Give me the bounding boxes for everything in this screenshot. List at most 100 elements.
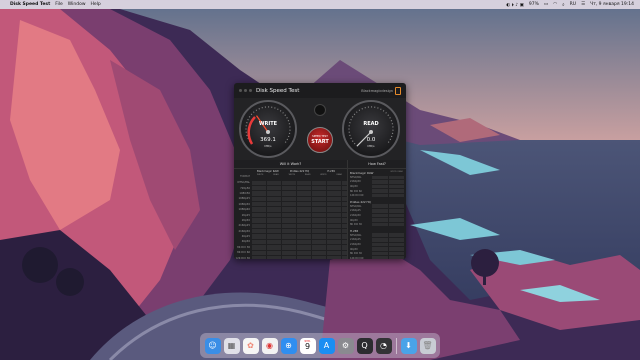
will-it-work-row: 12K DCI 30 <box>234 255 347 259</box>
row-result-cells <box>252 191 347 196</box>
diskspeed-icon[interactable]: ◔ <box>375 337 392 354</box>
window-titlebar[interactable]: Disk Speed Test Blackmagicdesign <box>234 83 406 98</box>
how-fast-row-cells <box>372 189 404 193</box>
how-fast-row-label: 2160p25 <box>350 238 361 242</box>
menu-window[interactable]: Window <box>68 2 86 7</box>
dock-separator <box>395 337 397 354</box>
row-result-cells <box>252 202 347 207</box>
trash-icon[interactable]: 🗑 <box>419 337 436 354</box>
calendar-icon[interactable]: ЯНВ. 9 <box>299 337 316 354</box>
how-fast-col-labels: WRITE READ <box>390 171 403 173</box>
results-tables: Will it Work? FORMAT Blackmagic RAW WRIT… <box>234 160 406 259</box>
row-format-label: 1080p50 <box>238 202 250 206</box>
row-result-cells <box>252 207 347 212</box>
finder-icon[interactable]: ☺ <box>204 337 221 354</box>
row-result-cells <box>252 180 347 185</box>
row-result-cells <box>252 239 347 245</box>
how-fast-row: 12K DCI 60 <box>350 193 406 198</box>
minimize-icon[interactable] <box>244 89 247 92</box>
row-result-cells <box>252 212 347 218</box>
how-fast-row-cells <box>372 233 404 238</box>
appstore-icon[interactable]: A <box>318 337 335 354</box>
how-fast-row-cells <box>372 242 404 247</box>
how-fast-row-label: 12K DCI 60 <box>350 194 364 198</box>
menu-help[interactable]: Help <box>91 2 101 7</box>
wifi-icon[interactable]: ◠ <box>553 2 557 7</box>
quicktime-icon[interactable]: Q <box>356 337 373 354</box>
how-fast-row-label: 2160p50 <box>350 180 361 184</box>
start-button-label: START <box>311 139 329 145</box>
how-fast-row-cells <box>372 193 404 198</box>
col-braw-name: Blackmagic RAW <box>257 170 279 173</box>
start-button[interactable]: SPEED TEST START <box>307 127 333 153</box>
row-format-label: 8K DCI 30 <box>237 245 250 249</box>
close-icon[interactable] <box>239 89 242 92</box>
how-fast-row-label: NTSC/PAL <box>350 204 362 208</box>
how-fast-row-label: 4Kp50 <box>350 247 358 251</box>
settings-gear-icon[interactable] <box>314 104 326 116</box>
will-it-work-headers: FORMAT Blackmagic RAW WRITE READ ProRes 4… <box>234 169 347 180</box>
row-result-cells <box>252 196 347 202</box>
safari-icon[interactable]: ⊕ <box>280 337 297 354</box>
col-header-braw: Blackmagic RAW WRITE READ <box>252 169 284 180</box>
start-button-top-label: SPEED TEST <box>312 135 328 138</box>
menu-file[interactable]: File <box>55 2 63 7</box>
col-header-prores: ProRes 422 HQ WRITE READ <box>284 169 316 180</box>
row-format-label: NTSC/PAL <box>237 181 250 185</box>
menu-app-name[interactable]: Disk Speed Test <box>10 2 50 7</box>
how-fast-row-label: NTSC/PAL <box>350 233 362 237</box>
photos-icon[interactable]: ✿ <box>242 337 259 354</box>
row-format-label: 12K DCI 30 <box>235 256 250 259</box>
read-unit: MB/s <box>367 144 375 148</box>
how-fast-group-name: ProRes 422 HQ <box>350 199 371 204</box>
window-title: Disk Speed Test <box>256 87 300 94</box>
battery-icon[interactable]: ▭ <box>544 2 548 7</box>
input-source[interactable]: RU <box>570 2 576 7</box>
brand-mark-icon <box>395 86 401 95</box>
how-fast-row-label: 2160p50 <box>350 242 361 246</box>
how-fast-row-label: NTSC/PAL <box>350 175 362 179</box>
col-h265-write: WRITE <box>320 174 327 176</box>
center-controls: SPEED TEST START <box>306 102 334 158</box>
downloads-folder-icon[interactable]: ⬇ <box>400 337 417 354</box>
row-result-cells <box>252 218 347 223</box>
control-center-icon[interactable]: ☰ <box>581 2 585 7</box>
battery-percentage[interactable]: 97% <box>529 2 539 7</box>
how-fast-title: How Fast? <box>348 160 406 169</box>
menu-bar: Disk Speed Test File Window Help ◐ ⏵ ♪ ▣… <box>0 0 640 9</box>
how-fast-row-cells <box>372 251 404 256</box>
how-fast-row-label: 2160p50 <box>350 213 361 217</box>
launchpad-icon[interactable]: ▦ <box>223 337 240 354</box>
how-fast-row-cells <box>372 175 404 180</box>
row-format-label: 4Kp50 <box>241 240 250 244</box>
col-header-h265: H.265 WRITE READ <box>315 169 347 180</box>
col-braw-write: WRITE <box>256 174 264 176</box>
gauge-area: WRITE 369.1 MB/s SPEED TEST START READ 0… <box>234 98 406 160</box>
how-fast-row-cells <box>372 247 404 251</box>
row-result-cells <box>252 185 347 191</box>
how-fast-row-cells <box>372 180 404 184</box>
how-fast-row-label: 4Kp50 <box>350 218 358 222</box>
read-label: READ <box>363 121 379 127</box>
col-prores-name: ProRes 422 HQ <box>289 170 310 173</box>
row-format-label: 1080p60 <box>238 208 250 212</box>
how-fast-row-cells <box>372 213 404 218</box>
how-fast-group-name: Blackmagic RAW <box>350 171 374 175</box>
write-value: 369.1 <box>260 137 276 143</box>
spotlight-icon[interactable]: ⌕ <box>562 2 565 8</box>
col-h265-name: H.265 <box>327 170 336 173</box>
brand-name: Blackmagicdesign <box>361 88 393 93</box>
settings-icon[interactable]: ⚙ <box>337 337 354 354</box>
zoom-icon[interactable] <box>249 89 252 92</box>
col-h265-read: READ <box>336 174 343 176</box>
row-format-label: 8K DCI 60 <box>237 251 250 255</box>
menu-clock[interactable]: Чт, 9 января 19:14 <box>590 2 634 7</box>
dock: ☺ ▦ ✿ ◉ ⊕ ЯНВ. 9 A ⚙ Q ◔ ⬇ 🗑 <box>200 333 440 358</box>
how-fast-row-label: 8K DCI 30 <box>350 252 362 256</box>
read-gauge: READ 0.0 MB/s <box>342 100 400 158</box>
chrome-icon[interactable]: ◉ <box>261 337 278 354</box>
row-format-label: 2Kp50 <box>241 218 250 222</box>
how-fast-row-cells <box>372 184 404 189</box>
row-format-label: 720p50 <box>240 186 250 190</box>
status-menu-icons[interactable]: ◐ ⏵ ♪ ▣ <box>506 2 524 8</box>
